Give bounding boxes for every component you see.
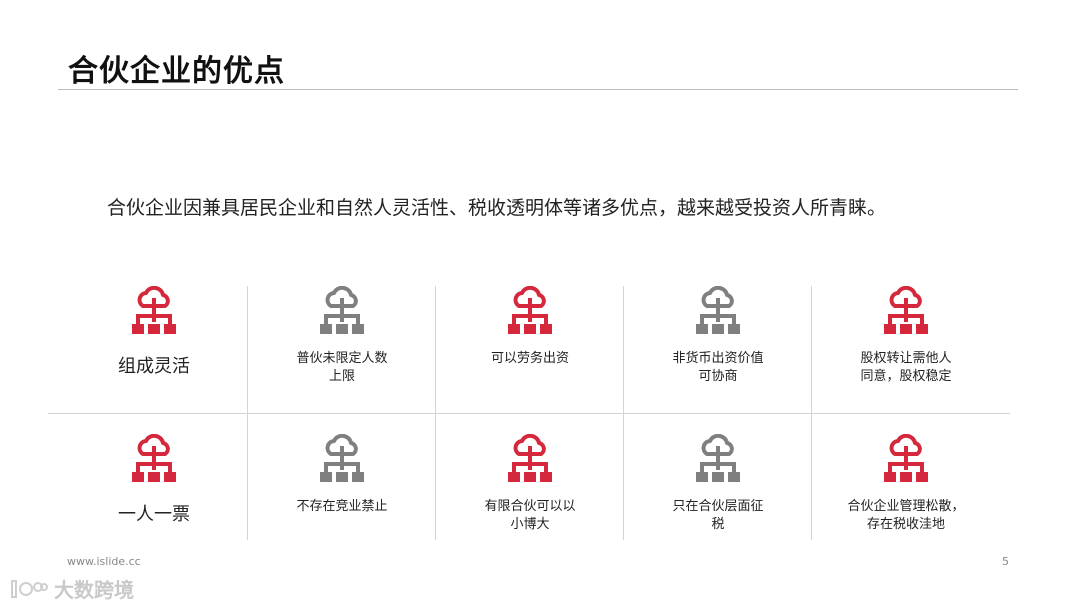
advantage-label: 有限合伙可以以 小博大 — [484, 499, 576, 532]
slide: 合伙企业的优点 合伙企业因兼具居民企业和自然人灵活性、税收透明体等诸多优点，越来… — [0, 0, 1080, 608]
cloud-network-icon — [884, 434, 928, 482]
intro-text: 合伙企业因兼具居民企业和自然人灵活性、税收透明体等诸多优点，越来越受投资人所青睐… — [107, 197, 887, 219]
cloud-network-icon — [132, 434, 176, 482]
advantage-card: 一人一票 — [60, 434, 248, 561]
watermark-logo-icon — [11, 579, 48, 598]
advantage-card: 只在合伙层面征 税 — [624, 434, 812, 561]
cloud-network-icon — [508, 286, 552, 334]
advantage-card: 合伙企业管理松散， 存在税收洼地 — [812, 434, 1000, 561]
cloud-network-icon — [696, 286, 740, 334]
advantage-label: 股权转让需他人 同意，股权稳定 — [860, 351, 952, 384]
watermark: 大数跨境 — [8, 574, 134, 603]
advantage-label: 普伙未限定人数 上限 — [296, 351, 388, 384]
cloud-network-icon — [132, 286, 176, 334]
advantage-label: 合伙企业管理松散， 存在税收洼地 — [847, 499, 965, 532]
title-divider — [58, 89, 1018, 90]
advantage-label: 不存在竞业禁止 — [296, 499, 388, 514]
advantage-card: 股权转让需他人 同意，股权稳定 — [812, 286, 1000, 413]
footer-url: www.islide.cc — [67, 555, 141, 568]
cloud-network-icon — [320, 434, 364, 482]
advantage-card: 普伙未限定人数 上限 — [248, 286, 436, 413]
advantage-label: 只在合伙层面征 税 — [672, 499, 764, 532]
advantage-label: 非货币出资价值 可协商 — [672, 351, 764, 384]
advantage-card: 组成灵活 — [60, 286, 248, 413]
advantage-card: 可以劳务出资 — [436, 286, 624, 413]
advantages-grid: 组成灵活 普伙未限定人数 上限 可以劳务出资 非货币出资价值 可协商 股权转让需… — [48, 286, 1010, 540]
slide-title: 合伙企业的优点 — [68, 54, 285, 89]
cloud-network-icon — [320, 286, 364, 334]
page-number: 5 — [1002, 555, 1009, 568]
row-divider — [48, 413, 1010, 414]
advantage-card: 不存在竞业禁止 — [248, 434, 436, 561]
watermark-text: 大数跨境 — [54, 578, 134, 602]
cloud-network-icon — [508, 434, 552, 482]
advantage-label: 组成灵活 — [118, 356, 190, 377]
cloud-network-icon — [884, 286, 928, 334]
advantage-label: 一人一票 — [118, 504, 190, 525]
advantage-card: 有限合伙可以以 小博大 — [436, 434, 624, 561]
cloud-network-icon — [696, 434, 740, 482]
advantage-label: 可以劳务出资 — [490, 351, 569, 366]
advantage-card: 非货币出资价值 可协商 — [624, 286, 812, 413]
